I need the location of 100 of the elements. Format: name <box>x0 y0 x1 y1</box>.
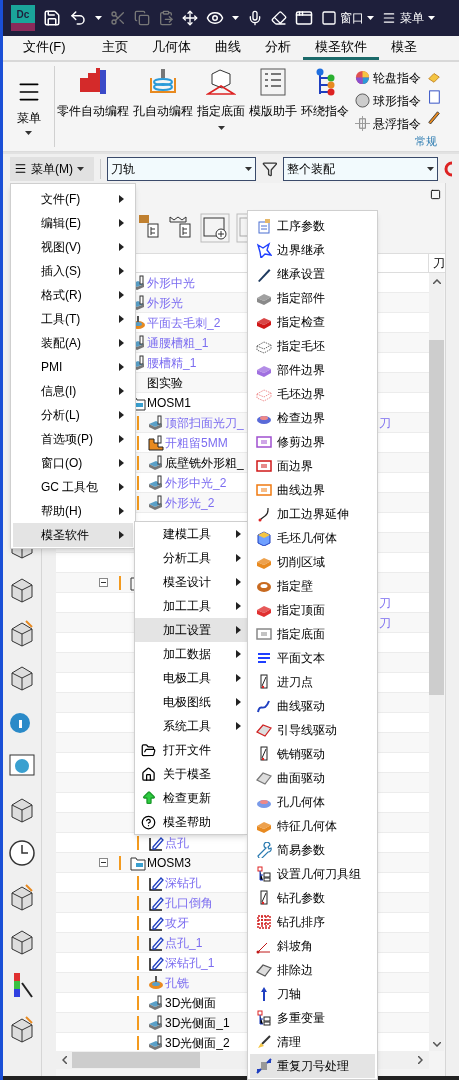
menu-button[interactable]: 菜单 <box>382 9 435 27</box>
menu-button[interactable]: 菜单(M) <box>10 156 94 181</box>
menu-item[interactable]: 引导线驱动 <box>250 718 375 742</box>
menu-item[interactable]: 钻孔排序 <box>250 910 375 934</box>
menu-item[interactable]: 加工工具 <box>135 594 247 618</box>
menu-item[interactable]: 继承设置 <box>250 262 375 286</box>
menu-item[interactable]: 指定壁 <box>250 574 375 598</box>
ribbon-button[interactable]: 零件自动编程 <box>55 62 131 151</box>
menu-item[interactable]: 特征几何体 <box>250 814 375 838</box>
menu-item[interactable]: 指定底面 <box>250 622 375 646</box>
ribbon-tab[interactable]: 主页 <box>89 36 140 60</box>
tree-item-label[interactable]: 点孔 <box>165 833 189 852</box>
menu-item[interactable]: 清理 <box>250 1030 375 1054</box>
menu-item[interactable]: 系统工具 <box>135 714 247 738</box>
tree-item-label[interactable]: 平面去毛刺_2 <box>147 313 221 332</box>
menu-item[interactable]: 指定部件 <box>250 286 375 310</box>
menu-item[interactable]: 边界继承 <box>250 238 375 262</box>
menu-item[interactable]: 工序参数 <box>250 214 375 238</box>
menu-item[interactable]: 分析(L) <box>13 403 133 427</box>
menu-item[interactable]: 电极工具 <box>135 666 247 690</box>
tree-item-label[interactable]: 外形光 <box>147 293 183 312</box>
menu-item[interactable]: 重复刀号处理 <box>250 1054 375 1078</box>
menu-item[interactable]: 指定毛坯 <box>250 334 375 358</box>
menu-item[interactable]: 格式(R) <box>13 283 133 307</box>
tree-item-label[interactable]: 底壁铣外形粗_ <box>165 453 244 472</box>
tree-item-label[interactable]: 外形光_2 <box>165 493 215 512</box>
menu-item[interactable]: 多重变量 <box>250 1006 375 1030</box>
tree-item-label[interactable]: 顶部扫面光刀_ <box>165 413 244 432</box>
menu-item[interactable]: 工具(T) <box>13 307 133 331</box>
menu-item[interactable]: 编辑(E) <box>13 211 133 235</box>
menu-item[interactable]: 检查更新 <box>135 786 247 810</box>
menu-item[interactable]: 切削区域 <box>250 550 375 574</box>
tree-item-label[interactable]: 3D光侧面_2 <box>165 1033 230 1051</box>
menu-item[interactable]: 帮助(H) <box>13 499 133 523</box>
tree-item-label[interactable]: 3D光侧面_1 <box>165 1013 230 1032</box>
menu-item[interactable]: 模圣设计 <box>135 570 247 594</box>
ribbon-button[interactable]: 环绕指令 <box>299 62 351 151</box>
ribbon-small-button[interactable]: 轮盘指令 <box>355 68 421 87</box>
menu-item[interactable]: 插入(S) <box>13 259 133 283</box>
menu-item[interactable]: 检查边界 <box>250 406 375 430</box>
menu-item[interactable]: 关于模圣 <box>135 762 247 786</box>
menu-item[interactable]: 孔几何体 <box>250 790 375 814</box>
menu-item[interactable]: 面边界 <box>250 454 375 478</box>
menu-item[interactable]: 铣销驱动 <box>250 742 375 766</box>
menu-item[interactable]: 简易参数 <box>250 838 375 862</box>
ribbon-tab[interactable]: 几何体 <box>139 36 203 60</box>
tree-item-label[interactable]: 外形中光 <box>147 273 195 292</box>
menu-item[interactable]: 钻孔参数 <box>250 886 375 910</box>
menu-item[interactable]: 斜坡角 <box>250 934 375 958</box>
ribbon-tab[interactable]: 文件(F) <box>3 36 90 60</box>
ribbon-button[interactable]: 模版助手 <box>247 62 299 151</box>
tree-item-label[interactable]: 点孔_1 <box>165 933 203 952</box>
menu-item[interactable]: 指定顶面 <box>250 598 375 622</box>
tree-item-label[interactable]: 孔口倒角 <box>165 893 213 912</box>
tree-item-label[interactable]: 通腰槽粗_1 <box>147 333 209 352</box>
type-filter-dropdown[interactable]: 刀轨 <box>107 156 256 181</box>
ribbon-button[interactable]: 孔自动编程 <box>131 62 195 151</box>
menu-item[interactable]: 进刀点 <box>250 670 375 694</box>
ribbon-small-button[interactable]: 球形指令 <box>355 91 421 110</box>
tree-item-label[interactable]: 攻牙 <box>165 913 189 932</box>
tree-item-label[interactable]: 腰槽精_1 <box>147 353 197 372</box>
menu-item[interactable]: 曲面驱动 <box>250 766 375 790</box>
menu-item[interactable]: 加工设置 <box>135 618 247 642</box>
menu-item[interactable]: 窗口(O) <box>13 451 133 475</box>
tree-item-label[interactable]: 3D光侧面 <box>165 993 217 1012</box>
ribbon-small-button[interactable]: 悬浮指令 <box>355 114 421 133</box>
menu-item[interactable]: 曲线边界 <box>250 478 375 502</box>
menu-item[interactable]: 装配(A) <box>13 331 133 355</box>
menu-item[interactable]: 首选项(P) <box>13 427 133 451</box>
menu-item[interactable]: 刀轴 <box>250 982 375 1006</box>
menu-item[interactable]: 建模工具 <box>135 522 247 546</box>
tree-item-label[interactable]: 外形中光_2 <box>165 473 227 492</box>
tree-item-label[interactable]: 孔铣 <box>165 973 189 992</box>
menu-item[interactable]: 加工边界延伸 <box>250 502 375 526</box>
tree-item-label[interactable]: 深钻孔_1 <box>165 953 215 972</box>
menu-item[interactable]: 信息(I) <box>13 379 133 403</box>
menu-item[interactable]: 部件边界 <box>250 358 375 382</box>
menu-item[interactable]: 毛坯几何体 <box>250 526 375 550</box>
menu-item[interactable]: 平面文本 <box>250 646 375 670</box>
ribbon-button[interactable]: 指定底面 <box>195 62 247 151</box>
ribbon-tab[interactable]: 曲线 <box>202 36 253 60</box>
menu-item[interactable]: 模圣软件 <box>13 523 133 547</box>
menu-item[interactable]: 毛坯边界 <box>250 382 375 406</box>
menu-item[interactable]: 曲线驱动 <box>250 694 375 718</box>
menu-item[interactable]: 文件(F) <box>13 187 133 211</box>
ribbon-menu-button[interactable]: 菜单 <box>3 66 55 147</box>
tree-item-label[interactable]: 图实验 <box>147 373 183 392</box>
menu-item[interactable]: 排除边 <box>250 958 375 982</box>
menu-item[interactable]: GC 工具包 <box>13 475 133 499</box>
ribbon-tab[interactable]: 模圣 <box>378 36 429 60</box>
tree-item-label[interactable]: 深钻孔 <box>165 873 201 892</box>
menu-item[interactable]: 电极图纸 <box>135 690 247 714</box>
tree-item-label[interactable]: MOSM1 <box>147 393 191 412</box>
menu-item[interactable]: 模圣帮助 <box>135 810 247 834</box>
menu-item[interactable]: 打开文件 <box>135 738 247 762</box>
menu-item[interactable]: 视图(V) <box>13 235 133 259</box>
menu-item[interactable]: 指定检查 <box>250 310 375 334</box>
window-menu-button[interactable]: 窗口 <box>321 9 374 27</box>
menu-item[interactable]: 加工数据 <box>135 642 247 666</box>
menu-item[interactable]: 设置几何刀具组 <box>250 862 375 886</box>
